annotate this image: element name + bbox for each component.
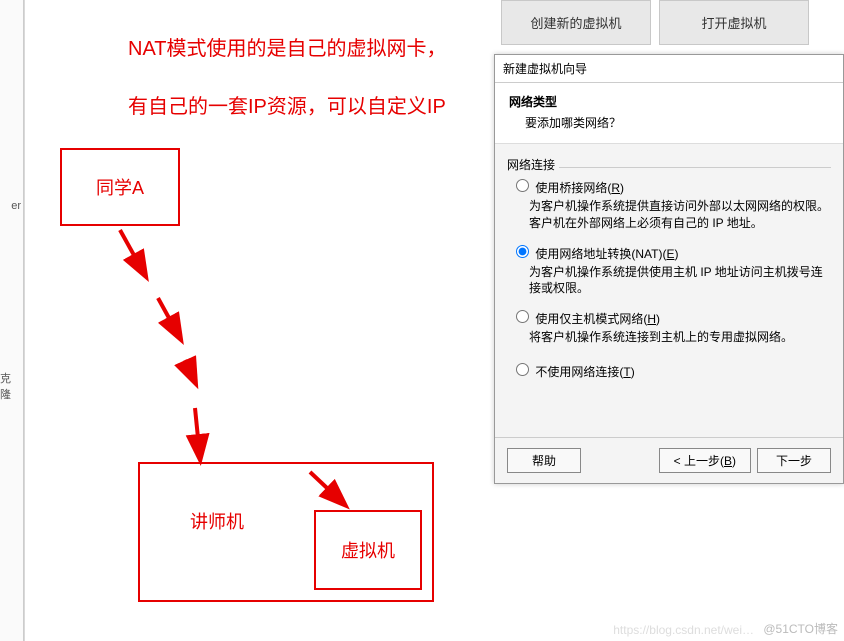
watermark-right: @51CTO博客	[763, 620, 838, 637]
arrow-student-to-teacher	[80, 220, 280, 480]
group-label-network: 网络连接	[507, 156, 831, 173]
watermark-url: https://blog.csdn.net/wei…	[613, 623, 754, 637]
sidebar-fragment-er: er	[11, 200, 21, 212]
box-vm: 虚拟机	[314, 510, 422, 590]
sidebar-fragment-clone: 克隆	[0, 370, 21, 402]
arrow-teacher-to-vm	[300, 462, 380, 522]
radio-hostonly-label: 使用仅主机模式网络(H)	[535, 312, 660, 326]
open-vm-button[interactable]: 打开虚拟机	[659, 0, 809, 45]
box-student: 同学A	[60, 148, 180, 226]
radio-none[interactable]: 不使用网络连接(T)	[511, 360, 827, 380]
box-teacher-label: 讲师机	[190, 508, 244, 534]
annotation-line1: NAT模式使用的是自己的虚拟网卡，	[128, 32, 447, 61]
next-button[interactable]: 下一步	[757, 448, 831, 473]
radio-hostonly-desc: 将客户机操作系统连接到主机上的专用虚拟网络。	[529, 329, 831, 346]
wizard-header: 网络类型 要添加哪类网络？	[495, 83, 843, 144]
help-button[interactable]: 帮助	[507, 448, 581, 473]
radio-nat-desc: 为客户机操作系统提供使用主机 IP 地址访问主机拨号连接或权限。	[529, 264, 831, 298]
back-button[interactable]: < 上一步(B)	[659, 448, 751, 473]
group-divider	[559, 167, 831, 168]
left-sidebar-edge: er 克隆	[0, 0, 24, 641]
radio-none-label: 不使用网络连接(T)	[535, 365, 634, 379]
radio-bridge-input[interactable]	[516, 179, 529, 192]
annotation-line2: 有自己的一套IP资源，可以自定义IP	[128, 90, 446, 119]
radio-hostonly-input[interactable]	[516, 310, 529, 323]
radio-nat-input[interactable]	[516, 245, 529, 258]
wizard-body: 网络连接 使用桥接网络(R) 为客户机操作系统提供直接访问外部以太网网络的权限。…	[495, 144, 843, 390]
radio-hostonly[interactable]: 使用仅主机模式网络(H)	[511, 307, 827, 327]
radio-bridge[interactable]: 使用桥接网络(R)	[511, 176, 827, 196]
new-vm-wizard-dialog: 新建虚拟机向导 网络类型 要添加哪类网络？ 网络连接 使用桥接网络(R) 为客户…	[494, 54, 844, 484]
wizard-subheading: 要添加哪类网络？	[525, 114, 829, 131]
radio-nat[interactable]: 使用网络地址转换(NAT)(E)	[511, 242, 827, 262]
radio-bridge-desc: 为客户机操作系统提供直接访问外部以太网网络的权限。客户机在外部网络上必须有自己的…	[529, 198, 831, 232]
radio-none-input[interactable]	[516, 363, 529, 376]
vertical-divider	[24, 0, 25, 641]
radio-bridge-label: 使用桥接网络(R)	[535, 181, 624, 195]
create-vm-button[interactable]: 创建新的虚拟机	[501, 0, 651, 45]
box-vm-label: 虚拟机	[341, 537, 395, 563]
top-toolbar: 创建新的虚拟机 打开虚拟机	[501, 0, 809, 45]
box-student-label: 同学A	[96, 174, 144, 200]
wizard-footer: 帮助 < 上一步(B) 下一步	[495, 437, 843, 483]
radio-nat-label: 使用网络地址转换(NAT)(E)	[535, 247, 678, 261]
wizard-window-title: 新建虚拟机向导	[495, 55, 843, 83]
wizard-heading: 网络类型	[509, 93, 829, 110]
